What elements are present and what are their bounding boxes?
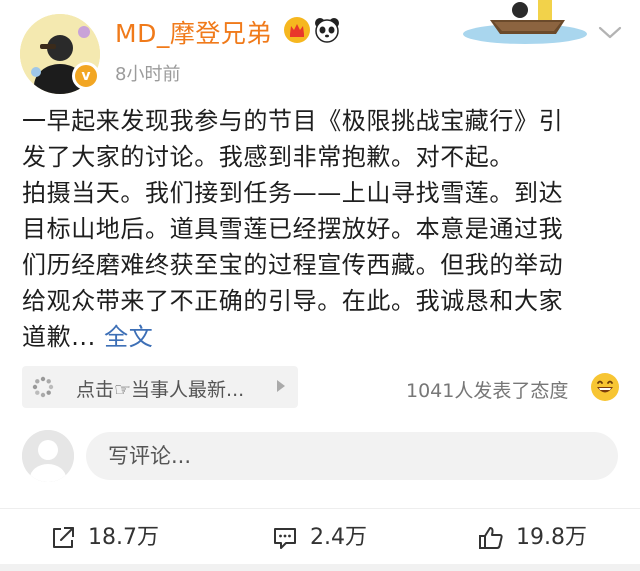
crown-icon[interactable] bbox=[283, 16, 311, 44]
post-line-ending: 道歉... bbox=[22, 323, 96, 351]
post-line: 们历经磨难终获至宝的过程宣传西藏。但我的举动 bbox=[22, 251, 564, 279]
like-button[interactable]: 19.8万 bbox=[478, 523, 598, 553]
repost-count: 18.7万 bbox=[88, 525, 159, 550]
boat-decoration-image bbox=[463, 0, 587, 44]
weibo-post-card: v MD_摩登兄弟 8小时前 一早起来发现我参与的节目《极限挑战宝藏行》引 发了… bbox=[0, 0, 640, 571]
commenter-avatar bbox=[22, 430, 74, 482]
post-text: 一早起来发现我参与的节目《极限挑战宝藏行》引 发了大家的讨论。我感到非常抱歉。对… bbox=[22, 103, 622, 355]
spinner-icon bbox=[32, 376, 54, 398]
topic-text: 点击☞当事人最新... bbox=[76, 379, 245, 401]
post-line: 一早起来发现我参与的节目《极限挑战宝藏行》引 bbox=[22, 107, 564, 135]
action-bar: 18.7万 2.4万 19.8万 bbox=[0, 508, 640, 564]
comment-icon bbox=[274, 528, 296, 549]
share-icon bbox=[53, 527, 74, 548]
post-line: 给观众带来了不正确的引导。在此。我诚恳和大家 bbox=[22, 287, 564, 315]
chevron-down-icon[interactable] bbox=[596, 22, 624, 42]
comment-input[interactable]: 写评论... bbox=[86, 432, 618, 480]
full-text-link[interactable]: 全文 bbox=[104, 323, 153, 351]
like-count: 19.8万 bbox=[516, 525, 587, 550]
divider bbox=[0, 564, 640, 571]
post-line: 拍摄当天。我们接到任务——上山寻找雪莲。到达 bbox=[22, 179, 564, 207]
reactions-count[interactable]: 1041人发表了态度 bbox=[406, 376, 568, 403]
timestamp: 8小时前 bbox=[115, 64, 181, 85]
grin-emoji-icon bbox=[591, 373, 619, 401]
repost-button[interactable]: 18.7万 bbox=[50, 523, 170, 553]
panda-icon[interactable] bbox=[313, 16, 341, 44]
post-line-last: 道歉... 全文 bbox=[22, 319, 622, 355]
verified-badge: v bbox=[72, 62, 100, 90]
post-line: 目标山地后。道具雪莲已经摆放好。本意是通过我 bbox=[22, 215, 564, 243]
thumbs-up-icon bbox=[479, 527, 503, 549]
username[interactable]: MD_摩登兄弟 bbox=[115, 14, 272, 50]
topic-chip[interactable]: 点击☞当事人最新... bbox=[22, 366, 298, 408]
post-line: 发了大家的讨论。我感到非常抱歉。对不起。 bbox=[22, 143, 514, 171]
comment-count: 2.4万 bbox=[310, 525, 367, 550]
play-arrow-icon bbox=[277, 380, 285, 392]
comment-button[interactable]: 2.4万 bbox=[272, 523, 382, 553]
